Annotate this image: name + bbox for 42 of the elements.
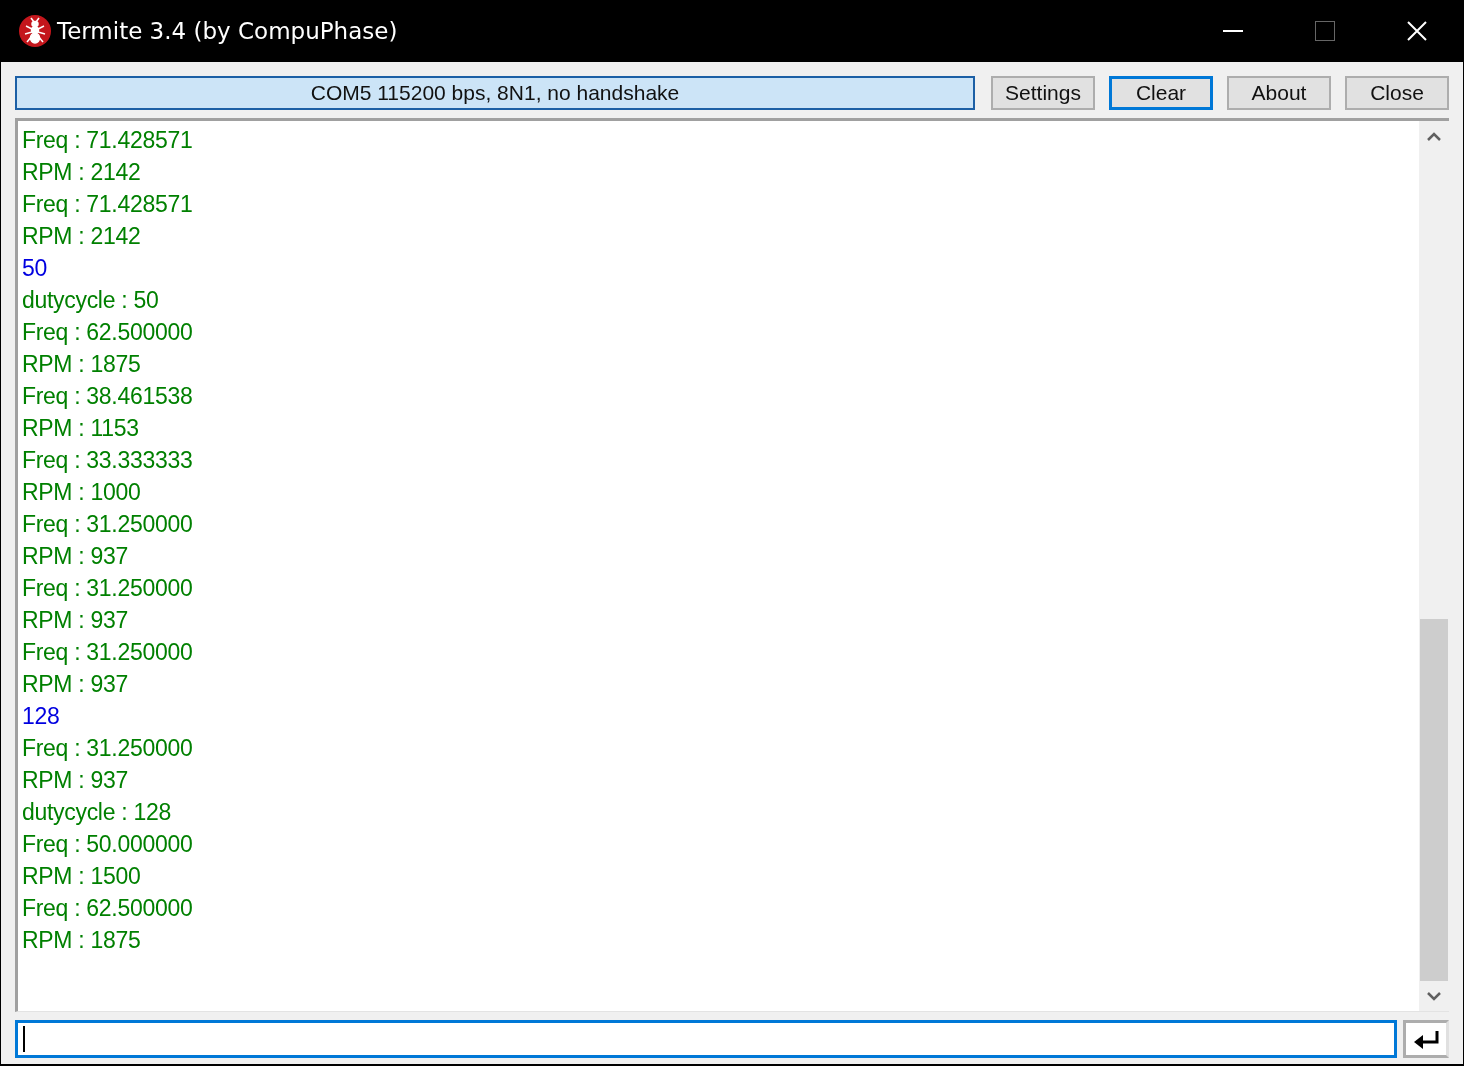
terminal-line: RPM : 1875 xyxy=(22,350,141,379)
terminal-line: Freq : 62.500000 xyxy=(22,894,193,923)
terminal-line: RPM : 1000 xyxy=(22,478,141,507)
ant-logo-icon xyxy=(19,15,51,47)
close-icon[interactable] xyxy=(1407,21,1427,41)
terminal-line: Freq : 33.333333 xyxy=(22,446,193,475)
terminal-line: 128 xyxy=(22,702,60,731)
terminal-line: Freq : 71.428571 xyxy=(22,126,193,155)
terminal-line: Freq : 31.250000 xyxy=(22,510,193,539)
terminal-line: RPM : 937 xyxy=(22,766,128,795)
terminal-line: RPM : 937 xyxy=(22,606,128,635)
terminal-line: RPM : 1875 xyxy=(22,926,141,955)
scroll-up-icon[interactable] xyxy=(1427,131,1441,141)
terminal-line: Freq : 31.250000 xyxy=(22,574,193,603)
maximize-icon[interactable] xyxy=(1315,21,1335,41)
terminal-line: RPM : 937 xyxy=(22,542,128,571)
toolbar-button[interactable]: Clear xyxy=(1109,76,1213,110)
terminal-line: RPM : 1500 xyxy=(22,862,141,891)
terminal-line: dutycycle : 128 xyxy=(22,798,171,827)
send-button[interactable] xyxy=(1403,1020,1449,1058)
toolbar-button[interactable]: About xyxy=(1227,76,1331,110)
terminal-line: RPM : 937 xyxy=(22,670,128,699)
terminal-line: Freq : 62.500000 xyxy=(22,318,193,347)
terminal-line: RPM : 1153 xyxy=(22,414,139,443)
terminal-line: Freq : 31.250000 xyxy=(22,734,193,763)
toolbar-button[interactable]: Settings xyxy=(991,76,1095,110)
enter-icon xyxy=(1413,1029,1439,1049)
terminal-line: Freq : 38.461538 xyxy=(22,382,193,411)
window-title: Termite 3.4 (by CompuPhase) xyxy=(57,18,398,44)
terminal-line: Freq : 50.000000 xyxy=(22,830,193,859)
scroll-down-icon[interactable] xyxy=(1427,991,1441,1001)
terminal-line: RPM : 2142 xyxy=(22,222,141,251)
terminal-line: Freq : 31.250000 xyxy=(22,638,193,667)
input-field[interactable] xyxy=(15,1020,1397,1058)
terminal-line: 50 xyxy=(22,254,47,283)
scrollbar-thumb[interactable] xyxy=(1420,619,1448,981)
terminal-line: RPM : 2142 xyxy=(22,158,141,187)
terminal-line: Freq : 71.428571 xyxy=(22,190,193,219)
terminal-line: dutycycle : 50 xyxy=(22,286,159,315)
connection-status: COM5 115200 bps, 8N1, no handshake xyxy=(15,76,975,110)
toolbar-button[interactable]: Close xyxy=(1345,76,1449,110)
scrollbar[interactable] xyxy=(1419,121,1449,1011)
